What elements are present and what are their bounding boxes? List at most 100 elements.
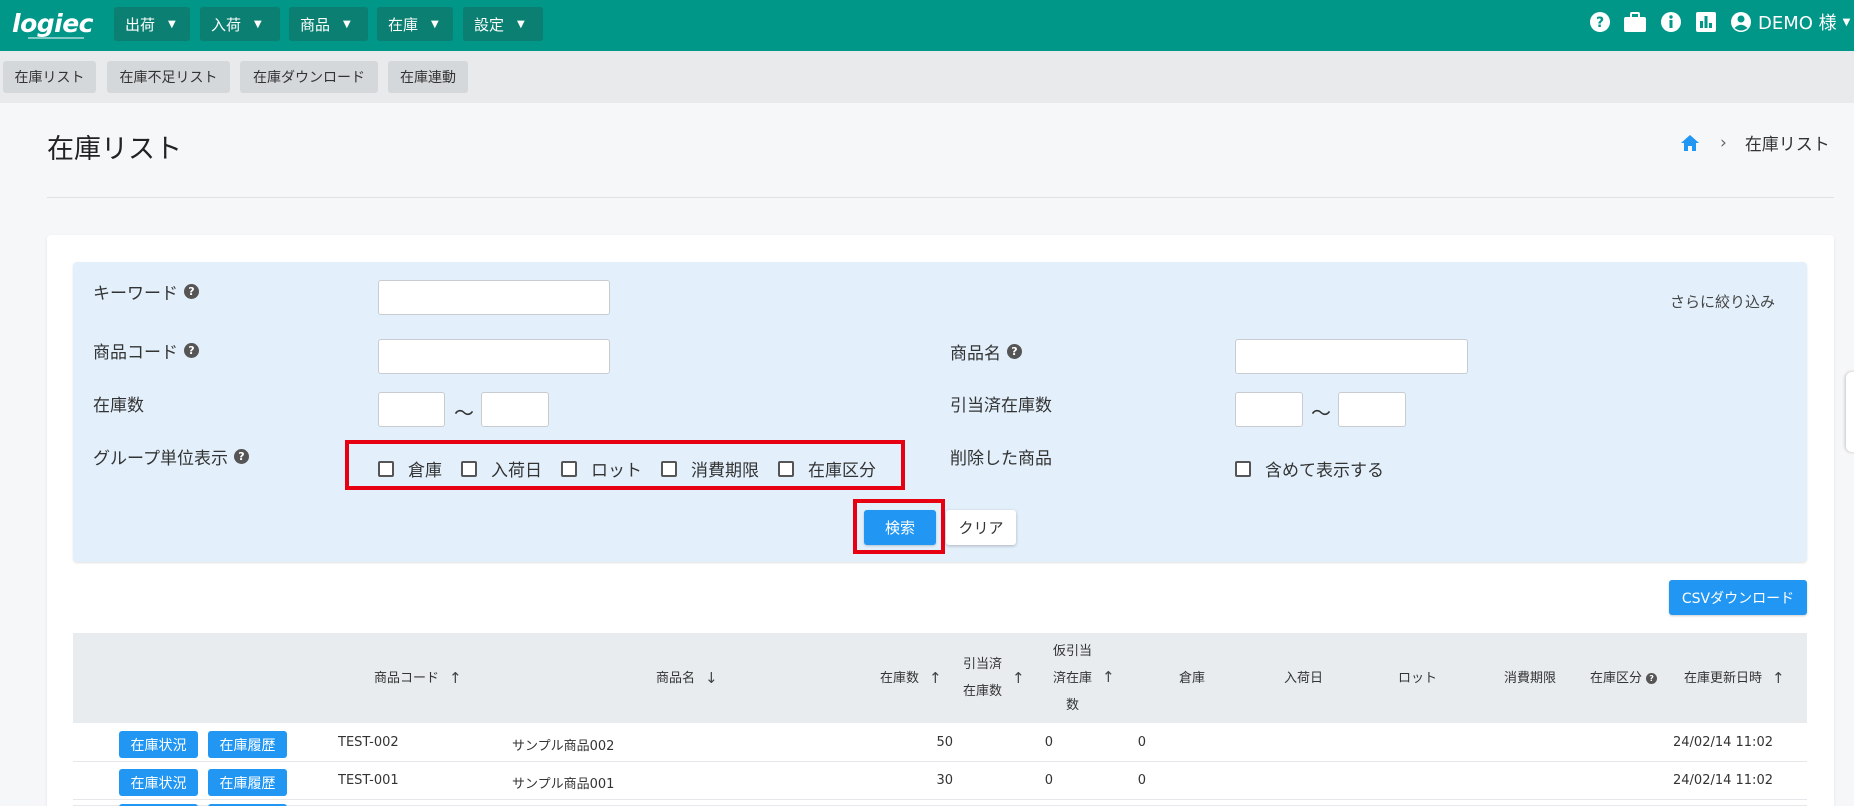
account-icon (1731, 12, 1751, 32)
caret-down-icon: ▼ (1842, 16, 1851, 28)
stock-status-button[interactable]: 在庫状況 (119, 731, 198, 758)
sort-asc-icon[interactable]: ↑ (1102, 664, 1115, 691)
product-name-input[interactable] (1235, 339, 1468, 374)
th-label: 在庫数 (880, 671, 920, 686)
svg-text:?: ? (1596, 15, 1604, 31)
help-icon[interactable]: ? (1588, 10, 1612, 34)
th-label: 数 (1066, 698, 1080, 713)
group-option-warehouse[interactable]: 倉庫 (378, 456, 442, 481)
th-label: 在庫数 (963, 684, 1003, 699)
include-deleted-checkbox[interactable]: 含めて表示する (1235, 456, 1384, 481)
stock-history-button[interactable]: 在庫履歴 (208, 731, 287, 758)
breadcrumb-current: 在庫リスト (1744, 135, 1830, 155)
side-panel-handle[interactable] (1846, 372, 1854, 452)
checkbox[interactable] (661, 460, 677, 477)
group-option-stock-type[interactable]: 在庫区分 (778, 456, 876, 481)
keyword-label-text: キーワード (93, 284, 178, 304)
th-product-name[interactable]: 商品名 ↓ (656, 665, 718, 692)
product-code-input[interactable] (378, 339, 610, 374)
range-separator: ～ (1311, 401, 1331, 425)
more-filter-link[interactable]: さらに絞り込み (1670, 291, 1775, 312)
checkbox[interactable] (561, 460, 577, 477)
chevron-right-icon: › (1720, 132, 1727, 153)
app-logo[interactable]: logiec (12, 9, 93, 38)
caret-down-icon: ▼ (168, 18, 176, 30)
briefcase-icon[interactable] (1623, 10, 1647, 34)
csv-download-button[interactable]: CSVダウンロード (1669, 580, 1807, 615)
group-option-lot[interactable]: ロット (561, 456, 642, 481)
nav-products[interactable]: 商品 ▼ (289, 7, 368, 41)
stock-status-button[interactable]: 在庫状況 (119, 769, 198, 796)
subnav-stock-list[interactable]: 在庫リスト (3, 61, 96, 93)
cell-updated-at: 24/02/14 11:02 (1673, 735, 1773, 750)
th-lot[interactable]: ロット (1398, 665, 1437, 692)
help-icon[interactable]: ? (184, 343, 199, 358)
nav-receiving[interactable]: 入荷 ▼ (200, 7, 280, 41)
stock-history-button[interactable]: 在庫履歴 (208, 769, 287, 796)
cell-allocated-qty: 0 (1044, 735, 1053, 750)
th-product-code[interactable]: 商品コード ↑ (374, 665, 462, 692)
nav-inventory[interactable]: 在庫 ▼ (377, 7, 453, 41)
checkbox[interactable] (1235, 460, 1251, 477)
nav-shipping[interactable]: 出荷 ▼ (114, 7, 190, 41)
checkbox[interactable] (378, 460, 394, 477)
allocated-qty-label: 引当済在庫数 (950, 396, 1052, 416)
deleted-products-label: 削除した商品 (950, 449, 1052, 469)
nav-settings[interactable]: 設定 ▼ (463, 7, 543, 41)
th-provisional-qty[interactable]: 仮引当済在庫数 ↑ (1053, 638, 1115, 719)
caret-down-icon: ▼ (343, 18, 351, 30)
home-icon[interactable] (1680, 134, 1700, 152)
user-menu[interactable]: DEMO 様 ▼ (1730, 9, 1850, 35)
clear-button[interactable]: クリア (946, 510, 1016, 545)
help-icon[interactable]: ? (233, 449, 249, 464)
checkbox[interactable] (461, 460, 477, 477)
help-icon[interactable]: ? (1007, 344, 1022, 359)
th-arrival-date[interactable]: 入荷日 (1284, 665, 1323, 692)
info-icon[interactable] (1659, 10, 1683, 34)
th-label: 仮引当 (1053, 644, 1093, 659)
search-button[interactable]: 検索 (864, 510, 936, 545)
page-title: 在庫リスト (47, 134, 182, 165)
checkbox[interactable] (778, 460, 794, 477)
sub-toolbar: 在庫リスト 在庫不足リスト 在庫ダウンロード 在庫連動 (0, 51, 1854, 103)
th-allocated-qty[interactable]: 引当済 在庫数 ↑ (963, 651, 1025, 705)
help-icon[interactable]: ? (184, 284, 199, 299)
table-row: 在庫状況 在庫履歴 TEST-001 サンプル商品001 30 0 0 24/0… (73, 762, 1807, 800)
group-option-expiry[interactable]: 消費期限 (661, 456, 759, 481)
th-label: 済在庫 (1053, 671, 1093, 686)
range-separator: ～ (454, 401, 474, 425)
th-expiry[interactable]: 消費期限 (1504, 665, 1556, 692)
keyword-input[interactable] (378, 280, 610, 315)
stock-qty-label: 在庫数 (93, 396, 144, 416)
help-icon[interactable]: ? (1646, 673, 1658, 684)
th-label-stack: 仮引当 済在庫数 (1053, 638, 1092, 719)
group-option-label: 消費期限 (691, 461, 759, 481)
allocated-qty-min-input[interactable] (1235, 392, 1303, 427)
stock-qty-min-input[interactable] (378, 392, 445, 427)
stock-qty-max-input[interactable] (481, 392, 549, 427)
th-label: 商品コード (374, 671, 440, 686)
allocated-qty-max-input[interactable] (1338, 392, 1406, 427)
th-label-stack: 引当済 在庫数 (963, 651, 1002, 705)
sort-asc-icon[interactable]: ↑ (449, 665, 462, 692)
nav-shipping-label: 出荷 (125, 15, 156, 34)
th-updated-at[interactable]: 在庫更新日時 ↑ (1684, 665, 1785, 692)
table-row (73, 800, 1807, 806)
sort-asc-icon[interactable]: ↑ (1772, 665, 1785, 692)
th-warehouse[interactable]: 倉庫 (1179, 665, 1205, 692)
top-navbar: logiec 出荷 ▼ 入荷 ▼ 商品 ▼ 在庫 ▼ 設定 ▼ ? DEMO 様 ▼ (0, 0, 1854, 51)
sort-desc-icon[interactable]: ↓ (705, 665, 718, 692)
logo-underline (28, 37, 84, 39)
cell-stock-qty: 50 (936, 735, 953, 750)
th-label: 在庫更新日時 (1684, 671, 1763, 686)
subnav-stock-download[interactable]: 在庫ダウンロード (240, 61, 378, 93)
subnav-stock-shortage[interactable]: 在庫不足リスト (107, 61, 230, 93)
sort-asc-icon[interactable]: ↑ (929, 665, 942, 692)
group-option-arrival-date[interactable]: 入荷日 (461, 456, 542, 481)
subnav-stock-sync[interactable]: 在庫連動 (388, 61, 468, 93)
th-stock-type[interactable]: 在庫区分? (1590, 665, 1658, 692)
deleted-products-option: 含めて表示する (1235, 456, 1403, 481)
chart-icon[interactable] (1694, 10, 1718, 34)
th-stock-qty[interactable]: 在庫数 ↑ (880, 665, 942, 692)
sort-asc-icon[interactable]: ↑ (1012, 665, 1025, 692)
